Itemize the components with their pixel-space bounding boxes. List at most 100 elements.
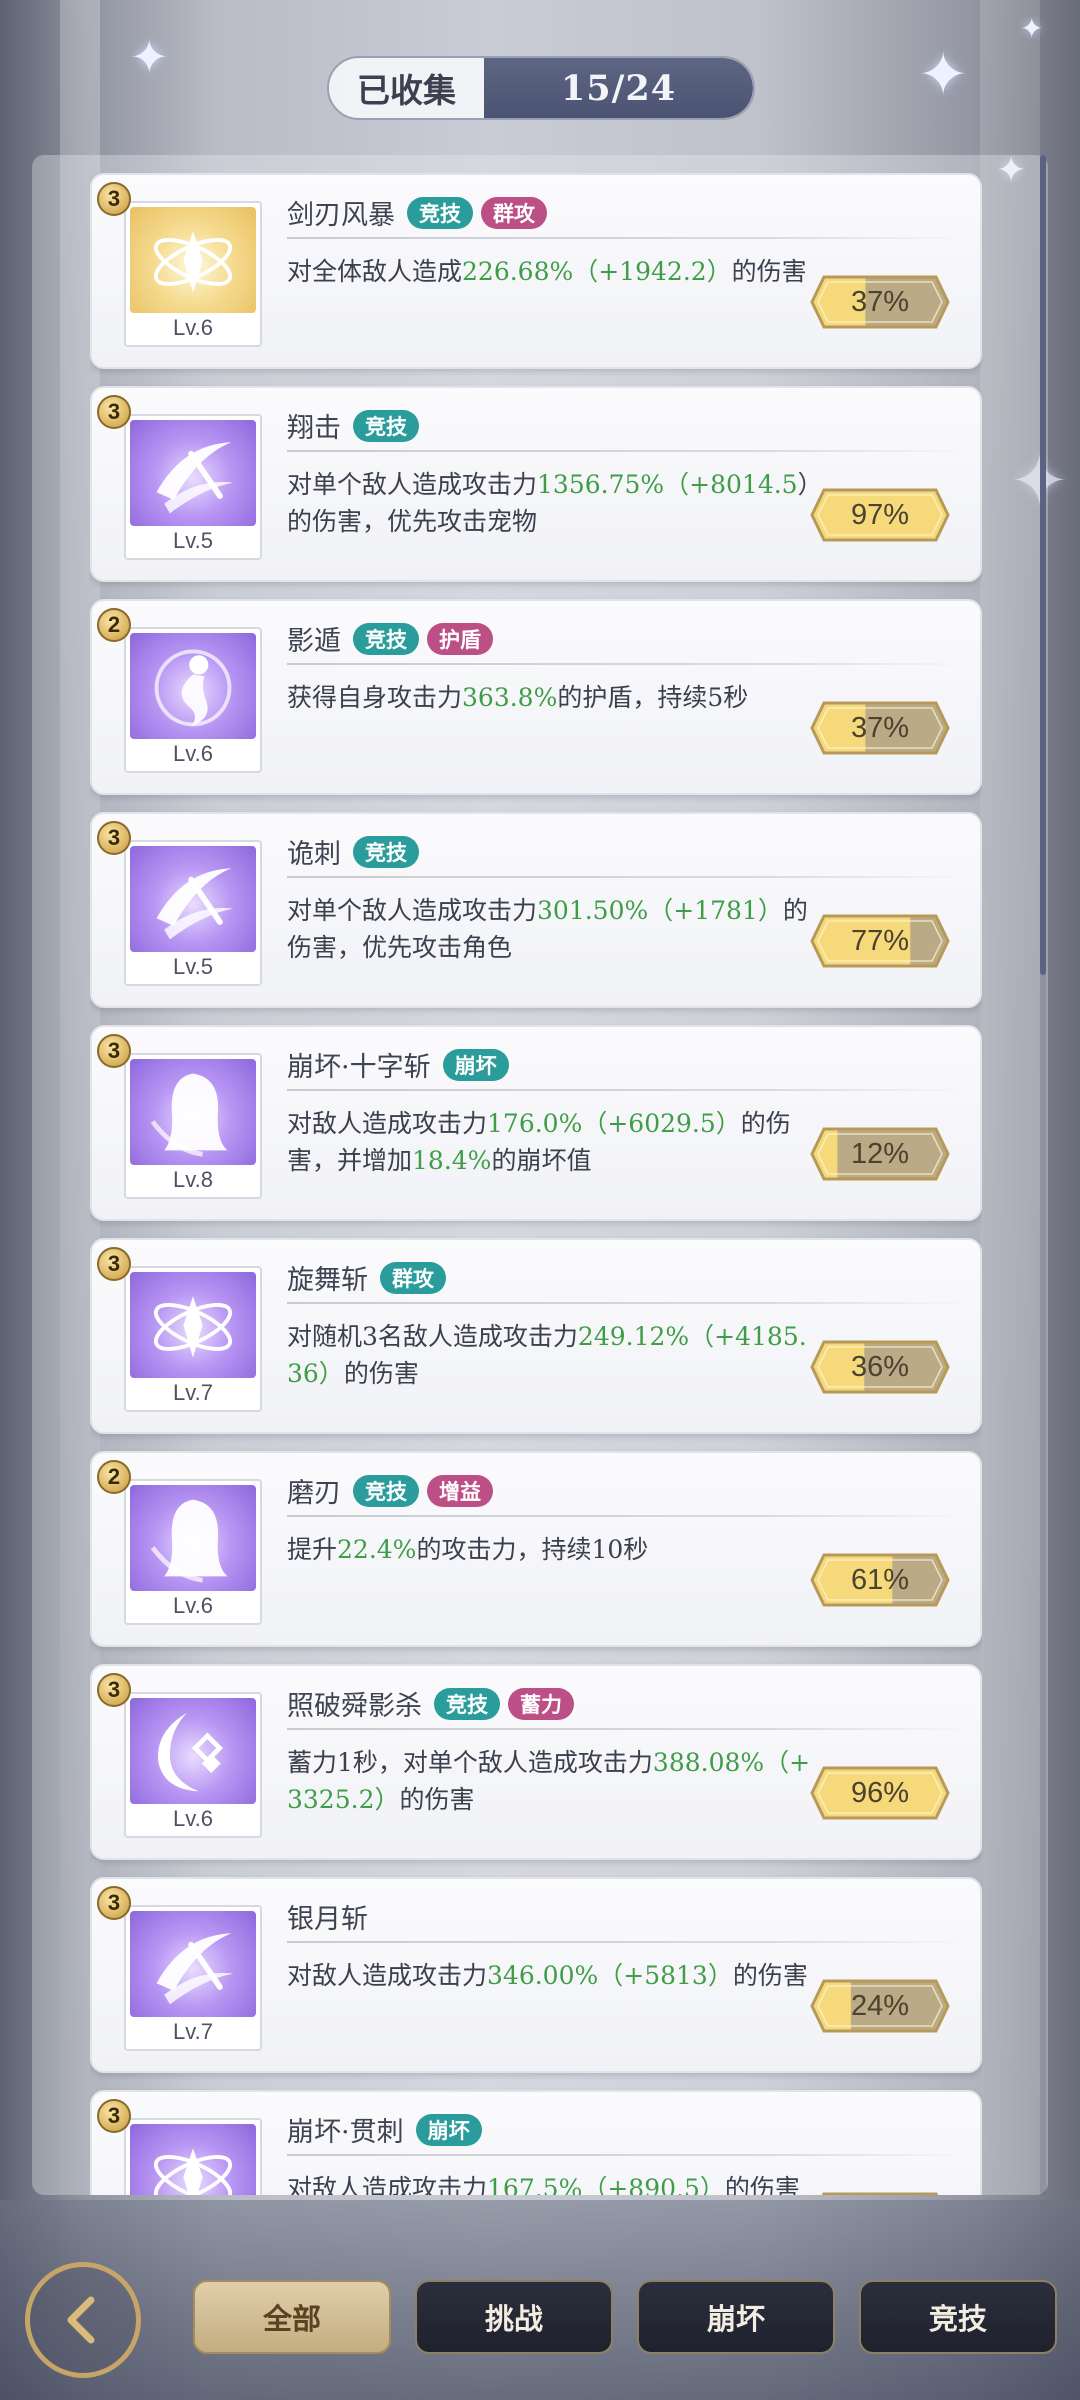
skill-title-row: 崩坏·贯刺 崩坏	[287, 2110, 482, 2149]
rarity-badge: 3	[97, 395, 131, 429]
skill-description-text: 对单个敌人造成攻击力	[287, 470, 538, 499]
skill-tag: 竞技	[353, 409, 419, 442]
skill-icon-art	[130, 633, 256, 739]
skill-value: 301.50%（+1781）	[537, 896, 783, 925]
progress-gauge	[821, 2192, 939, 2195]
skill-icon-frame: Lv.6	[124, 1479, 262, 1625]
skill-description-text: 对敌人造成攻击力	[287, 1961, 488, 1990]
shadow-figure-icon	[154, 649, 232, 727]
skill-value: 1356.75%（+8014.5	[537, 470, 798, 499]
tab-all[interactable]: 全部	[193, 2280, 391, 2354]
skill-card[interactable]: Lv.63 崩坏·贯刺崩坏对敌人造成攻击力167.5%（+890.5）的伤害	[90, 2090, 982, 2195]
mastery-percent-label: 37%	[850, 712, 910, 744]
skill-tag: 竞技	[353, 835, 419, 868]
mastery-percent-label: 12%	[850, 1138, 910, 1170]
tab-collapse[interactable]: 崩坏	[637, 2280, 835, 2354]
skill-description: 对敌人造成攻击力167.5%（+890.5）的伤害	[287, 2170, 812, 2195]
skill-description-text: 的伤害	[732, 1961, 808, 1990]
skill-card[interactable]: Lv.6 3 剑刃风暴 竞技 群攻 对全体敌人造成226.68%（+1942.2）的伤害 3…	[90, 173, 982, 369]
skill-title-row: 银月斩	[287, 1897, 372, 1936]
skill-icon-frame: Lv.6	[124, 627, 262, 773]
rarity-badge: 3	[97, 182, 131, 216]
skill-value: 346.00%（+5813）	[487, 1961, 733, 1990]
tab-arena[interactable]: 竞技	[859, 2280, 1057, 2354]
skill-description-text: 对全体敌人造成	[287, 257, 463, 286]
mastery-percent-label: 61%	[850, 1564, 910, 1596]
skill-icon-art	[130, 1485, 256, 1591]
mastery-percent	[810, 2190, 950, 2195]
skill-value: 363.8%	[462, 683, 558, 712]
mastery-percent-label: 37%	[850, 286, 910, 318]
skill-level: Lv.6	[173, 315, 213, 340]
skill-icon-art	[130, 2124, 256, 2195]
skill-title-row: 磨刃 竞技 增益	[287, 1471, 493, 1510]
skill-title-row: 翔击 竞技	[287, 406, 419, 445]
rarity-badge: 3	[97, 821, 131, 855]
skill-value: 226.68%（+1942.2）	[462, 257, 732, 286]
skill-card[interactable]: Lv.5 3 翔击 竞技对单个敌人造成攻击力1356.75%（+8014.5）的伤害，…	[90, 386, 982, 582]
rarity-badge: 2	[97, 1460, 131, 1494]
skill-description: 对敌人造成攻击力346.00%（+5813）的伤害	[287, 1957, 812, 1994]
divider	[287, 1515, 972, 1517]
skill-icon-art	[130, 1911, 256, 2017]
skill-icon-frame: Lv.6	[124, 201, 262, 347]
scrollbar-thumb[interactable]	[1040, 155, 1046, 975]
skill-title-row: 崩坏·十字斩 崩坏	[287, 1045, 509, 1084]
skill-description: 对单个敌人造成攻击力1356.75%（+8014.5）的伤害，优先攻击宠物	[287, 466, 812, 540]
skill-tag: 竞技	[353, 622, 419, 655]
skill-tag: 群攻	[380, 1261, 446, 1294]
slash-icon	[156, 442, 234, 514]
skill-description-text: 的伤害	[731, 257, 807, 286]
skill-icon-frame: Lv.6	[124, 1692, 262, 1838]
mastery-percent: 96%	[810, 1764, 950, 1822]
skill-level: Lv.6	[173, 1593, 213, 1618]
skill-card[interactable]: Lv.6 2 磨刃 竞技 增益提升22.4%的攻击力，持续10秒 61%	[90, 1451, 982, 1647]
skill-icon-art	[130, 1272, 256, 1378]
skill-card[interactable]: Lv.8 3 崩坏·十字斩 崩坏对敌人造成攻击力176.0%（+6029.5）的伤害，…	[90, 1025, 982, 1221]
back-button[interactable]	[25, 2262, 141, 2378]
skill-description-text: 对敌人造成攻击力	[287, 2174, 488, 2195]
divider	[287, 1728, 972, 1730]
skill-icon-art	[130, 1059, 256, 1165]
skill-card[interactable]: Lv.5 3 诡刺 竞技 对单个敌人造成攻击力301.50%（+1781）的伤害，优先攻…	[90, 812, 982, 1008]
tab-challenge[interactable]: 挑战	[415, 2280, 613, 2354]
skill-title-row: 影遁 竞技 护盾	[287, 619, 493, 658]
skill-description: 对随机3名敌人造成攻击力249.12%（+4185.36）的伤害	[287, 1318, 812, 1392]
divider	[287, 450, 972, 452]
skill-value: 22.4%	[337, 1535, 417, 1564]
skill-card[interactable]: Lv.6 2 影遁 竞技 护盾 获得自身攻击力363.8%的护盾，持续5秒 37%	[90, 599, 982, 795]
divider	[287, 663, 972, 665]
skill-icon-art	[130, 1698, 256, 1804]
mastery-percent: 12%	[810, 1125, 950, 1183]
skill-card[interactable]: Lv.7 3 旋舞斩 群攻 对随机3名敌人造成攻击力249.12%（+4185.36）的…	[90, 1238, 982, 1434]
skill-name: 崩坏·贯刺	[287, 2117, 404, 2148]
hooded-figure-icon	[150, 1073, 228, 1157]
gold-orbit-icon	[153, 231, 233, 293]
rarity-badge: 3	[97, 1247, 131, 1281]
mastery-percent: 36%	[810, 1338, 950, 1396]
skill-tag: 竞技	[434, 1687, 500, 1720]
orbit-icon	[153, 1296, 233, 1358]
skill-tag: 竞技	[407, 196, 473, 229]
skill-icon-frame: Lv.7	[124, 1905, 262, 2051]
skill-name: 照破舜影杀	[287, 1691, 422, 1722]
skill-description-text: 对敌人造成攻击力	[287, 1109, 488, 1138]
skill-level: Lv.5	[173, 528, 213, 553]
skill-description-text: 获得自身攻击力	[287, 683, 463, 712]
skill-card[interactable]: Lv.6 3 照破舜影杀 竞技 蓄力 蓄力1秒，对单个敌人造成攻击力388.08%（+33…	[90, 1664, 982, 1860]
skill-tag: 崩坏	[415, 2113, 482, 2146]
skill-list[interactable]: Lv.6 3 剑刃风暴 竞技 群攻 对全体敌人造成226.68%（+1942.2）的伤害 3…	[90, 173, 982, 2195]
skill-icon-frame: Lv.6	[124, 2118, 262, 2195]
skill-description: 对敌人造成攻击力176.0%（+6029.5）的伤害，并增加18.4%的崩坏值	[287, 1105, 812, 1179]
skill-name: 崩坏·十字斩	[287, 1052, 431, 1083]
skill-icon-art	[130, 846, 256, 952]
skill-card[interactable]: Lv.7 3 银月斩 对敌人造成攻击力346.00%（+5813）的伤害 24%	[90, 1877, 982, 2073]
skill-description: 获得自身攻击力363.8%的护盾，持续5秒	[287, 679, 812, 716]
skill-icon-frame: Lv.8	[124, 1053, 262, 1199]
filter-tabs: 全部 挑战 崩坏 竞技	[193, 2280, 1057, 2354]
orbit-icon	[153, 2148, 233, 2195]
skill-description: 提升22.4%的攻击力，持续10秒	[287, 1531, 812, 1568]
mastery-percent: 37%	[810, 273, 950, 331]
rarity-badge: 3	[97, 1034, 131, 1068]
sparkle-icon: ✦	[1020, 12, 1044, 45]
